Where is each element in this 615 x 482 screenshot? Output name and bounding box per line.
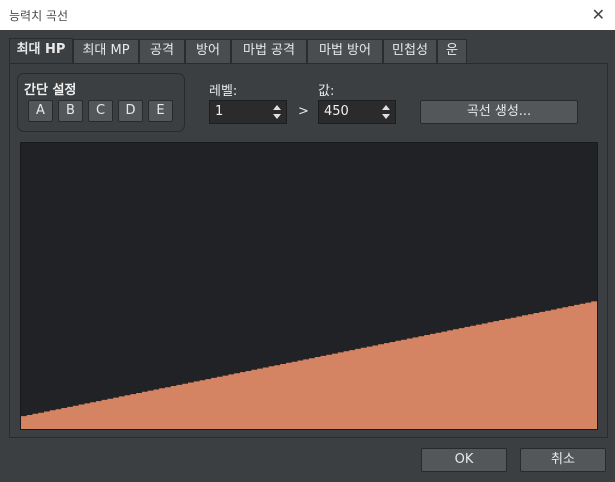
curve-chart[interactable] xyxy=(20,142,598,430)
tab-defense[interactable]: 방어 xyxy=(185,39,231,63)
level-spinbox[interactable]: 1 xyxy=(209,100,287,124)
spin-down-icon[interactable] xyxy=(273,114,281,119)
preset-b-button[interactable]: B xyxy=(58,100,83,122)
spin-up-icon[interactable] xyxy=(273,105,281,110)
curve-svg xyxy=(21,300,597,429)
close-icon[interactable]: ✕ xyxy=(592,5,605,24)
value-value: 450 xyxy=(324,104,349,119)
curve-area xyxy=(21,300,597,429)
preset-e-button[interactable]: E xyxy=(148,100,173,122)
spin-arrows-icon[interactable] xyxy=(381,102,391,122)
preset-a-button[interactable]: A xyxy=(28,100,53,122)
tab-max-hp[interactable]: 최대 HP xyxy=(9,38,73,64)
quick-setting-title: 간단 설정 xyxy=(24,83,77,98)
spin-up-icon[interactable] xyxy=(382,105,390,110)
value-label: 값: xyxy=(318,84,335,99)
generate-curve-button[interactable]: 곡선 생성... xyxy=(420,100,578,124)
level-label: 레벨: xyxy=(209,84,238,99)
title-bar: 능력치 곡선 ✕ xyxy=(0,0,615,30)
level-value: 1 xyxy=(215,104,224,119)
tab-agility[interactable]: 민첩성 xyxy=(383,39,437,63)
tab-max-mp[interactable]: 최대 MP xyxy=(73,39,139,63)
tab-panel: 간단 설정 A B C D E 레벨: 1 > 값: 450 곡선 생성... xyxy=(9,63,608,438)
spin-arrows-icon[interactable] xyxy=(272,102,282,122)
tab-attack[interactable]: 공격 xyxy=(139,39,185,63)
arrow-symbol: > xyxy=(298,104,309,119)
ok-button[interactable]: OK xyxy=(421,448,507,472)
window-title: 능력치 곡선 xyxy=(9,9,69,23)
tab-magic-attack[interactable]: 마법 공격 xyxy=(231,39,307,63)
tab-luck[interactable]: 운 xyxy=(437,39,467,63)
preset-d-button[interactable]: D xyxy=(118,100,143,122)
value-spinbox[interactable]: 450 xyxy=(318,100,396,124)
tab-magic-defense[interactable]: 마법 방어 xyxy=(307,39,383,63)
cancel-button[interactable]: 취소 xyxy=(520,448,606,472)
preset-c-button[interactable]: C xyxy=(88,100,113,122)
quick-setting-group: 간단 설정 A B C D E xyxy=(17,73,185,132)
spin-down-icon[interactable] xyxy=(382,114,390,119)
